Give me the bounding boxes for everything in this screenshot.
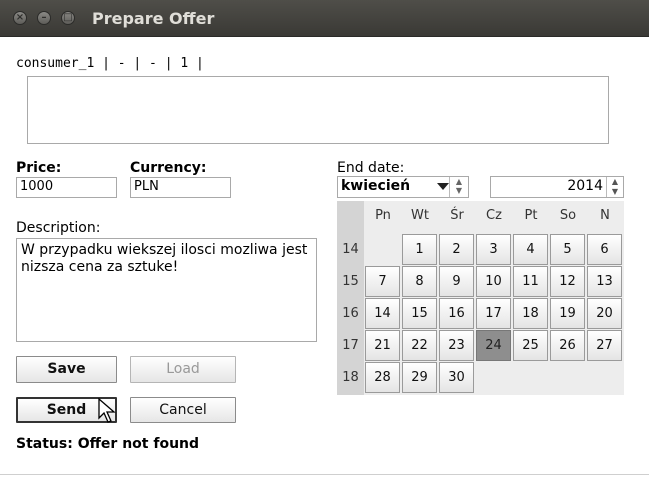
price-input[interactable]: 1000	[16, 177, 117, 198]
load-button[interactable]: Load	[130, 356, 236, 383]
week-number: 16	[342, 306, 359, 321]
month-value: kwiecień	[341, 178, 411, 194]
weekday-header: Śr	[450, 208, 464, 223]
calendar-day[interactable]: 12	[550, 266, 585, 297]
week-number: 14	[342, 242, 359, 257]
year-spinner[interactable]: 2014 ▲ ▼	[490, 176, 624, 198]
minimize-icon[interactable]: –	[37, 11, 51, 25]
week-number-column	[337, 201, 364, 395]
weekday-header: Cz	[486, 208, 502, 223]
calendar-day[interactable]: 21	[365, 330, 400, 361]
currency-label: Currency:	[130, 160, 207, 176]
calendar-day-selected[interactable]: 24	[476, 330, 511, 361]
chevron-down-icon[interactable]	[437, 183, 449, 190]
calendar-day[interactable]: 14	[365, 298, 400, 329]
calendar-day[interactable]: 29	[402, 362, 437, 393]
calendar-day[interactable]: 18	[513, 298, 548, 329]
weekday-header: So	[559, 208, 577, 223]
calendar-day[interactable]: 30	[439, 362, 474, 393]
calendar-day[interactable]: 6	[587, 234, 622, 265]
calendar-day[interactable]: 10	[476, 266, 511, 297]
calendar-day[interactable]: 23	[439, 330, 474, 361]
calendar-day[interactable]: 1	[402, 234, 437, 265]
week-number: 18	[342, 370, 359, 385]
maximize-icon[interactable]: □	[61, 11, 75, 25]
calendar-day[interactable]: 26	[550, 330, 585, 361]
calendar-day[interactable]: 16	[439, 298, 474, 329]
window-title: Prepare Offer	[92, 9, 215, 28]
weekday-header: Pn	[375, 208, 391, 223]
cancel-button[interactable]: Cancel	[130, 397, 236, 423]
weekday-header: N	[600, 208, 610, 223]
consumer-label: consumer_1 | - | - | 1 |	[16, 56, 204, 71]
bottom-divider	[0, 474, 649, 475]
currency-input[interactable]: PLN	[130, 177, 231, 198]
consumer-textarea[interactable]	[27, 76, 609, 144]
calendar-day[interactable]: 9	[439, 266, 474, 297]
calendar-day[interactable]: 5	[550, 234, 585, 265]
week-number: 15	[342, 274, 359, 289]
status-text: Status: Offer not found	[16, 436, 200, 452]
calendar-day[interactable]: 27	[587, 330, 622, 361]
calendar-day[interactable]: 8	[402, 266, 437, 297]
week-number: 17	[342, 338, 359, 353]
calendar-day[interactable]: 2	[439, 234, 474, 265]
year-spin-arrows-icon[interactable]: ▲ ▼	[606, 177, 623, 197]
weekday-header: Pt	[524, 208, 538, 223]
calendar-day[interactable]: 28	[365, 362, 400, 393]
weekday-header: Wt	[411, 208, 429, 223]
month-dropdown[interactable]: kwiecień ▲ ▼	[337, 176, 469, 198]
description-label: Description:	[16, 220, 101, 236]
calendar-day[interactable]: 15	[402, 298, 437, 329]
price-label: Price:	[16, 160, 62, 176]
calendar-day[interactable]: 19	[550, 298, 585, 329]
calendar-day[interactable]: 13	[587, 266, 622, 297]
close-icon[interactable]: ×	[13, 11, 27, 25]
calendar-day[interactable]: 4	[513, 234, 548, 265]
description-textarea[interactable]: W przypadku wiekszej ilosci mozliwa jest…	[16, 238, 317, 342]
calendar-day[interactable]: 17	[476, 298, 511, 329]
calendar-day[interactable]: 3	[476, 234, 511, 265]
save-button[interactable]: Save	[16, 356, 117, 383]
month-spinner-icon[interactable]: ▲ ▼	[449, 177, 468, 197]
calendar-day[interactable]: 7	[365, 266, 400, 297]
year-value: 2014	[567, 178, 603, 194]
calendar-day[interactable]: 22	[402, 330, 437, 361]
calendar-day[interactable]: 11	[513, 266, 548, 297]
end-date-label: End date:	[337, 160, 405, 176]
mouse-cursor-icon	[98, 398, 116, 423]
calendar-day[interactable]: 20	[587, 298, 622, 329]
calendar-day[interactable]: 25	[513, 330, 548, 361]
title-bar: × – □ Prepare Offer	[0, 0, 649, 37]
